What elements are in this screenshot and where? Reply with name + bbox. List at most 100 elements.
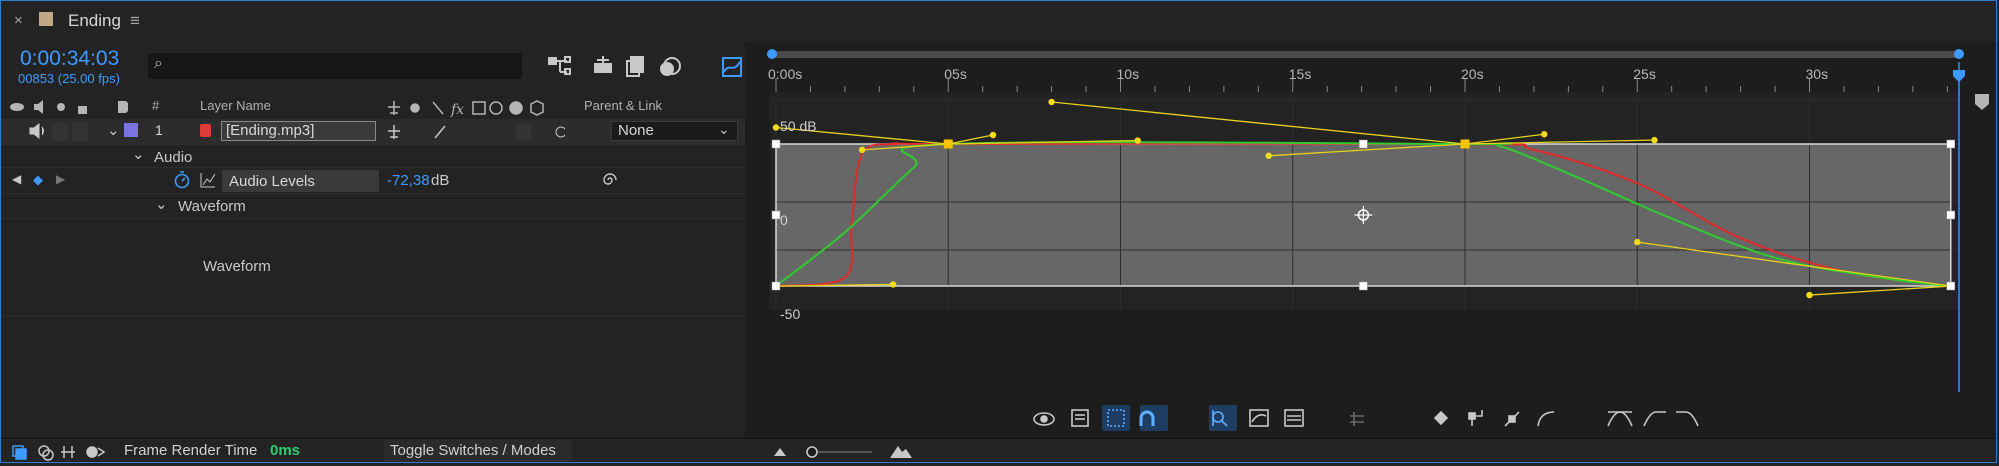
label-tag-icon[interactable] [118,101,128,113]
transform-box-handle[interactable] [1359,139,1368,149]
solo-icon[interactable] [57,103,65,111]
fit-all-icon[interactable] [1249,409,1269,427]
time-navigator-bar[interactable] [770,51,1960,58]
parent-link-column-header[interactable]: Parent & Link [584,98,662,113]
lock-icon[interactable] [78,106,87,114]
transform-box-handle[interactable] [771,139,781,149]
frame-blend-layer-icon[interactable] [472,101,486,115]
toggle-switches-modes-button[interactable]: Toggle Switches / Modes [384,440,572,462]
navigator-start-handle[interactable] [767,49,777,59]
motion-blur-layer-icon[interactable] [489,101,503,115]
zoom-in-mountain-icon[interactable] [890,446,912,458]
search-icon[interactable]: ⌕ [154,55,163,73]
zoom-slider-thumb[interactable] [806,446,818,458]
bezier-handle-point[interactable] [1048,98,1055,106]
bezier-handle-point[interactable] [858,146,866,154]
hold-keyframe-icon[interactable] [1468,410,1483,426]
frame-blending-icon[interactable] [626,56,644,77]
edit-keyframe-icon[interactable] [1433,410,1449,426]
panel-menu-icon[interactable]: ≡ [130,11,140,31]
3d-layer-icon[interactable] [530,100,544,116]
easy-ease-in-icon[interactable] [1643,411,1666,427]
layer-switches-toggle-icon[interactable] [12,445,27,460]
bezier-handle-point[interactable] [772,124,780,131]
layer-label-color[interactable] [124,123,138,137]
adjustment-switch-box[interactable] [515,124,531,140]
bezier-handle-point[interactable] [989,131,997,139]
transform-box-icon[interactable] [1107,409,1125,427]
ruler-time-label: 05s [944,66,967,82]
linear-keyframe-icon[interactable] [1504,411,1520,427]
comp-tab-title[interactable]: Ending [68,11,121,31]
audio-on-icon[interactable] [28,122,48,140]
bezier-handle-point[interactable] [1806,291,1813,299]
adjustment-layer-icon[interactable] [509,101,523,115]
close-tab-icon[interactable]: × [14,12,23,29]
bezier-handle-point[interactable] [1541,131,1548,138]
shy-switch-icon[interactable] [388,125,400,139]
draft-3d-icon[interactable] [594,56,612,73]
transform-box-handle[interactable] [1946,281,1955,291]
bezier-handle-point[interactable] [889,281,897,288]
bezier-handle-point[interactable] [1134,137,1141,144]
expand-layer-chevron-icon[interactable]: ⌄ [107,121,120,139]
audio-levels-value[interactable]: -72,38 [387,172,430,189]
transform-box-handle[interactable] [771,281,781,291]
waveform-group-label[interactable]: Waveform [178,198,246,215]
zoom-out-mountain-icon[interactable] [774,448,786,456]
chevron-down-icon[interactable]: ⌄ [718,121,730,138]
transfer-controls-toggle-icon[interactable] [38,445,54,461]
snapping-magnet-icon[interactable] [1139,410,1155,426]
easy-ease-icon[interactable] [1607,411,1633,427]
audio-group-label[interactable]: Audio [154,149,192,166]
layer-name-field[interactable]: [Ending.mp3] [221,121,376,141]
shy-icon[interactable] [388,101,400,115]
layer-search-input[interactable] [148,53,522,79]
easy-ease-out-icon[interactable] [1676,411,1699,427]
transform-box-handle[interactable] [1359,281,1368,291]
transform-box-handle[interactable] [1946,210,1955,220]
separate-dimensions-icon[interactable] [1350,412,1364,426]
transform-box-handle[interactable] [771,210,781,220]
pick-whip-spiral-icon[interactable] [555,126,565,138]
composition-flowchart-icon[interactable] [548,56,571,75]
quality-switch-icon[interactable] [434,125,446,139]
keyframe-marker[interactable] [1460,139,1470,149]
stopwatch-icon[interactable] [173,170,191,190]
bezier-handle-point[interactable] [1651,136,1658,144]
navigator-end-handle[interactable] [1954,49,1964,59]
graph-editor-canvas[interactable] [745,42,1999,438]
zoom-fit-icon[interactable] [1284,409,1304,427]
auto-bezier-icon[interactable] [1537,411,1555,427]
show-properties-eye-icon[interactable] [1033,412,1055,426]
in-out-toggle-icon[interactable] [61,446,75,458]
graph-plot-area[interactable] [770,78,1960,310]
graph-options-icon[interactable] [1071,409,1089,427]
motion-blur-icon[interactable] [660,57,681,76]
video-eye-icon[interactable] [10,103,24,111]
quality-icon[interactable] [432,101,444,115]
waveform-group-chevron-icon[interactable]: ⌄ [155,195,168,213]
keyframe-diamond-icon[interactable]: ◆ [33,172,43,188]
next-keyframe-icon[interactable]: ▶ [56,172,65,186]
bezier-handle-point[interactable] [1265,152,1272,159]
lock-toggle[interactable] [72,122,88,141]
collapse-transform-icon[interactable] [410,103,420,113]
fit-selection-icon[interactable] [1212,410,1228,427]
layer-name-column-header[interactable]: Layer Name [200,98,271,113]
audio-group-chevron-icon[interactable]: ⌄ [132,145,145,163]
comp-marker-icon[interactable] [1975,94,1989,110]
graph-editor-icon[interactable] [722,57,742,77]
solo-toggle[interactable] [52,122,68,141]
graph-visibility-icon[interactable] [199,171,217,189]
transform-box-handle[interactable] [1946,139,1955,149]
current-time-display[interactable]: 0:00:34:03 [20,47,119,71]
zoom-slider[interactable] [772,442,922,462]
keyframe-marker[interactable] [943,139,953,149]
audio-speaker-icon[interactable] [34,100,43,114]
prev-keyframe-icon[interactable]: ◀ [12,172,21,186]
effects-icon[interactable]: fx [450,102,464,117]
render-time-toggle-icon[interactable] [86,446,106,458]
bezier-handle-point[interactable] [1634,238,1641,246]
expression-pick-whip-icon[interactable] [600,170,620,190]
